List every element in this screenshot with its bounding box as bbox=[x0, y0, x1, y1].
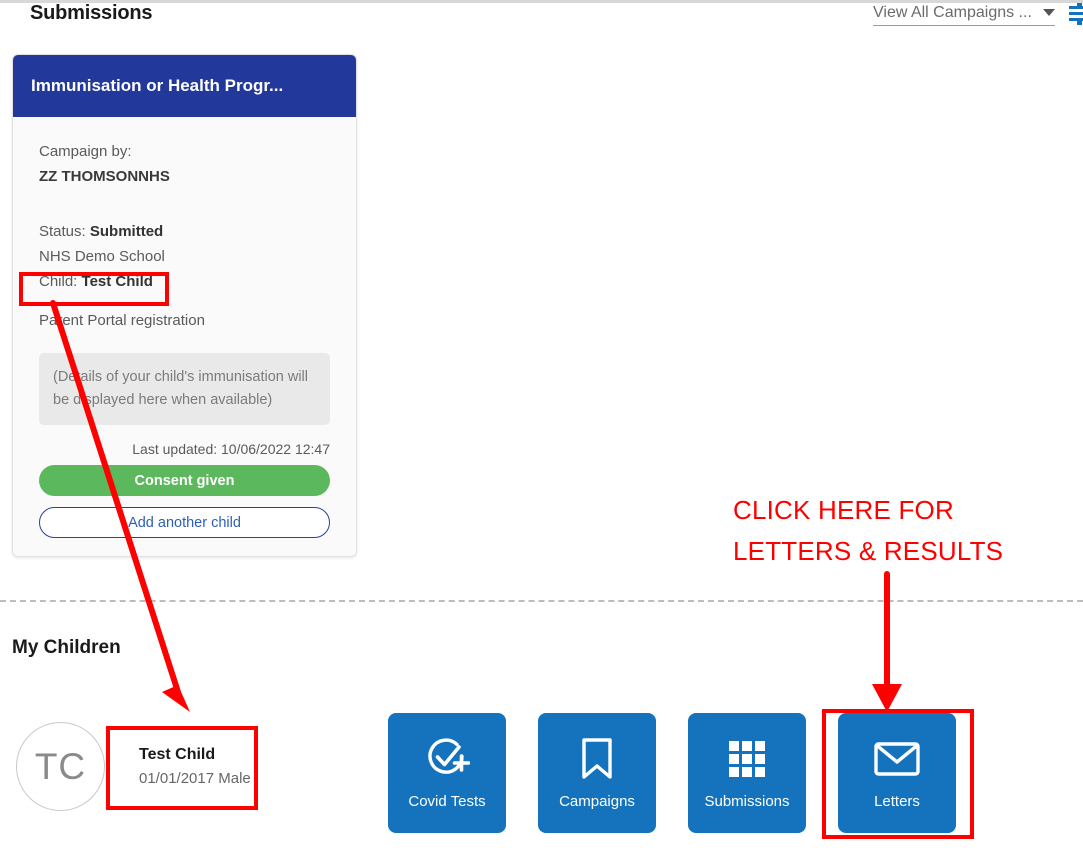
covid-test-check-plus-icon bbox=[424, 735, 470, 783]
action-tile-group: Covid Tests Campaigns Submissions Letter… bbox=[388, 713, 956, 833]
tile-letters[interactable]: Letters bbox=[838, 713, 956, 833]
tile-label-covid-tests: Covid Tests bbox=[408, 793, 486, 810]
campaign-by-label: Campaign by: bbox=[39, 143, 132, 160]
status-value: Submitted bbox=[89, 223, 164, 240]
my-children-heading: My Children bbox=[12, 637, 121, 658]
registration-type: Parent Portal registration bbox=[39, 312, 205, 329]
menu-collapse-icon[interactable] bbox=[1069, 2, 1083, 26]
child-line: Child: Test Child bbox=[39, 269, 330, 294]
menu-collapse-icon-dot-bottom bbox=[1077, 20, 1082, 25]
add-another-child-button[interactable]: Add another child bbox=[39, 507, 330, 538]
school-name: NHS Demo School bbox=[39, 248, 165, 265]
card-spacer bbox=[39, 189, 330, 219]
last-updated-timestamp: Last updated: 10/06/2022 12:47 bbox=[132, 441, 330, 457]
grid-icon bbox=[727, 735, 767, 783]
submission-card-title: Immunisation or Health Progr... bbox=[13, 55, 356, 117]
status-label: Status: bbox=[39, 223, 86, 240]
annotation-callout-line-2: LETTERS & RESULTS bbox=[733, 536, 1004, 566]
section-divider bbox=[0, 600, 1083, 602]
child-dob-gender: 01/01/2017 Male bbox=[139, 769, 251, 787]
status-line: Status: Submitted bbox=[39, 219, 330, 244]
envelope-icon bbox=[873, 735, 921, 783]
submission-card[interactable]: Immunisation or Health Progr... Campaign… bbox=[12, 54, 357, 557]
menu-collapse-icon-bar-1 bbox=[1069, 6, 1083, 9]
child-value: Test Child bbox=[81, 273, 153, 290]
child-label: Child: bbox=[39, 273, 78, 290]
annotation-arrow-letters bbox=[872, 571, 902, 712]
campaign-filter-label: View All Campaigns ... bbox=[873, 3, 1032, 21]
submission-card-body: Campaign by: ZZ THOMSONNHS Status: Submi… bbox=[13, 117, 356, 556]
tile-label-submissions: Submissions bbox=[704, 793, 790, 810]
menu-collapse-icon-bar-2 bbox=[1069, 12, 1083, 15]
tile-label-letters: Letters bbox=[874, 793, 920, 810]
chevron-down-icon bbox=[1043, 9, 1055, 16]
annotation-callout-text: CLICK HERE FOR LETTERS & RESULTS bbox=[733, 490, 1063, 572]
tile-label-campaigns: Campaigns bbox=[559, 793, 635, 810]
avatar: TC bbox=[16, 722, 105, 811]
campaign-filter-dropdown[interactable]: View All Campaigns ... bbox=[873, 0, 1055, 26]
consent-given-button[interactable]: Consent given bbox=[39, 465, 330, 496]
campaign-by-value: ZZ THOMSONNHS bbox=[39, 168, 170, 185]
page-title: Submissions bbox=[30, 2, 153, 24]
tile-campaigns[interactable]: Campaigns bbox=[538, 713, 656, 833]
child-info: Test Child 01/01/2017 Male bbox=[121, 727, 269, 807]
details-placeholder: (Details of your child's immunisation wi… bbox=[39, 353, 330, 425]
child-name: Test Child bbox=[139, 745, 216, 763]
bookmark-icon bbox=[580, 735, 614, 783]
annotation-callout-line-1: CLICK HERE FOR bbox=[733, 495, 954, 525]
child-list-item[interactable]: TC Test Child 01/01/2017 Male bbox=[16, 722, 269, 811]
tile-covid-tests[interactable]: Covid Tests bbox=[388, 713, 506, 833]
tile-submissions[interactable]: Submissions bbox=[688, 713, 806, 833]
